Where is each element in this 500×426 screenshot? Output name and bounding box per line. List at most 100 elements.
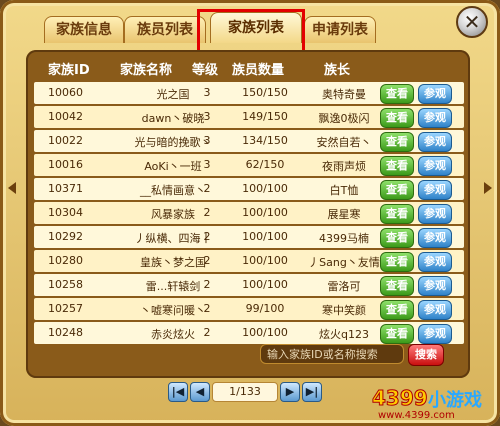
table-row: 10016 AoKi丶一班 3 62/150 夜雨声烦 查看 参观 [34, 154, 464, 176]
family-level: 3 [203, 134, 211, 147]
family-id: 10257 [48, 302, 83, 315]
first-page-button[interactable]: |◀ [168, 382, 188, 402]
family-id: 10248 [48, 326, 83, 339]
col-name-header: 家族名称 [120, 63, 173, 78]
family-level: 3 [203, 86, 211, 99]
family-leader: 展星寒 [327, 208, 361, 221]
family-id: 10304 [48, 206, 83, 219]
family-level: 2 [203, 254, 211, 267]
family-leader: 奥特奇曼 [322, 88, 366, 101]
view-button[interactable]: 查看 [380, 204, 414, 224]
page-indicator: 1/133 [212, 382, 278, 402]
visit-button[interactable]: 参观 [418, 108, 452, 128]
pager: |◀ ◀ 1/133 ▶ ▶| [168, 380, 322, 404]
table-row: 10258 雷...轩辕剑 2 100/100 雷洛可 查看 参观 [34, 274, 464, 296]
visit-button[interactable]: 参观 [418, 276, 452, 296]
member-count: 100/100 [242, 206, 288, 219]
member-count: 100/100 [242, 278, 288, 291]
family-level: 2 [203, 326, 211, 339]
col-id-header: 家族ID [48, 63, 90, 78]
right-arrow-icon [484, 182, 492, 194]
visit-button[interactable]: 参观 [418, 252, 452, 272]
tab-application-list[interactable]: 申请列表 [304, 16, 376, 43]
family-id: 10280 [48, 254, 83, 267]
brand-logo: 4399 小游戏 www.4399.com [372, 386, 498, 422]
last-page-button[interactable]: ▶| [302, 382, 322, 402]
visit-button[interactable]: 参观 [418, 180, 452, 200]
search-button[interactable]: 搜索 [408, 344, 444, 366]
family-level: 2 [203, 182, 211, 195]
table-row: 10292 丿纵横、四海丨 2 100/100 4399马楠 查看 参观 [34, 226, 464, 248]
family-leader: 4399马楠 [319, 232, 369, 245]
view-button[interactable]: 查看 [380, 228, 414, 248]
view-button[interactable]: 查看 [380, 276, 414, 296]
family-leader: 白T恤 [329, 184, 359, 197]
table-row: 10257 丶嘘寒问暖丶 2 99/100 寒中笑颜 查看 参观 [34, 298, 464, 320]
view-button[interactable]: 查看 [380, 324, 414, 344]
close-icon: ✕ [463, 10, 481, 34]
brand-cn: 小游戏 [428, 390, 482, 411]
family-level: 3 [203, 110, 211, 123]
family-level: 2 [203, 302, 211, 315]
family-id: 10371 [48, 182, 83, 195]
visit-button[interactable]: 参观 [418, 156, 452, 176]
family-leader: 夜雨声烦 [322, 160, 366, 173]
brand-4399: 4399 [372, 386, 429, 411]
family-id: 10060 [48, 86, 83, 99]
visit-button[interactable]: 参观 [418, 300, 452, 320]
visit-button[interactable]: 参观 [418, 324, 452, 344]
family-id: 10258 [48, 278, 83, 291]
next-page-button[interactable]: ▶ [280, 382, 300, 402]
col-level-header: 等级 [192, 63, 219, 78]
family-leader: 寒中笑颜 [322, 304, 366, 317]
table-row: 10371 __私情画意丶 2 100/100 白T恤 查看 参观 [34, 178, 464, 200]
table-row: 10280 皇族丶梦之国 2 100/100 丿Sang丶友情 查看 参观 [34, 250, 464, 272]
col-leader-header: 族长 [324, 63, 351, 78]
visit-button[interactable]: 参观 [418, 132, 452, 152]
family-id: 10292 [48, 230, 83, 243]
view-button[interactable]: 查看 [380, 132, 414, 152]
visit-button[interactable]: 参观 [418, 228, 452, 248]
family-leader: 炫火q123 [319, 328, 369, 341]
table-row: 10022 光与暗的挽歌丶 3 134/150 安然自若丶 查看 参观 [34, 130, 464, 152]
member-count: 150/150 [242, 86, 288, 99]
family-leader: 飘逸0极闪 [318, 112, 370, 125]
brand-url: www.4399.com [378, 410, 455, 421]
member-count: 149/150 [242, 110, 288, 123]
left-arrow-icon [8, 182, 16, 194]
prev-page-button[interactable]: ◀ [190, 382, 210, 402]
view-button[interactable]: 查看 [380, 84, 414, 104]
family-leader: 丿Sang丶友情 [308, 256, 380, 269]
view-button[interactable]: 查看 [380, 252, 414, 272]
visit-button[interactable]: 参观 [418, 204, 452, 224]
view-button[interactable]: 查看 [380, 156, 414, 176]
member-count: 100/100 [242, 230, 288, 243]
table-row: 10304 风暴家族 2 100/100 展星寒 查看 参观 [34, 202, 464, 224]
table-header: 家族ID 家族名称 等级 族员数量 族长 [34, 55, 464, 81]
member-count: 100/100 [242, 182, 288, 195]
family-level: 3 [203, 158, 211, 171]
family-table: 10060 光之国 3 150/150 奥特奇曼 查看 参观 10042 daw… [34, 82, 464, 346]
close-button[interactable]: ✕ [456, 6, 488, 38]
family-id: 10016 [48, 158, 83, 171]
search-input[interactable]: 输入家族ID或名称搜索 [260, 344, 404, 364]
tab-member-list[interactable]: 族员列表 [124, 16, 206, 43]
view-button[interactable]: 查看 [380, 108, 414, 128]
visit-button[interactable]: 参观 [418, 84, 452, 104]
member-count: 62/150 [245, 158, 285, 171]
family-level: 2 [203, 230, 211, 243]
col-count-header: 族员数量 [232, 63, 285, 78]
member-count: 99/100 [245, 302, 285, 315]
view-button[interactable]: 查看 [380, 180, 414, 200]
member-count: 100/100 [242, 254, 288, 267]
member-count: 134/150 [242, 134, 288, 147]
family-id: 10022 [48, 134, 83, 147]
family-id: 10042 [48, 110, 83, 123]
family-level: 2 [203, 278, 211, 291]
table-row: 10060 光之国 3 150/150 奥特奇曼 查看 参观 [34, 82, 464, 104]
view-button[interactable]: 查看 [380, 300, 414, 320]
table-row: 10248 赤炎炫火 2 100/100 炫火q123 查看 参观 [34, 322, 464, 344]
family-level: 2 [203, 206, 211, 219]
tab-family-info[interactable]: 家族信息 [44, 16, 124, 43]
family-leader: 安然自若丶 [316, 136, 372, 149]
